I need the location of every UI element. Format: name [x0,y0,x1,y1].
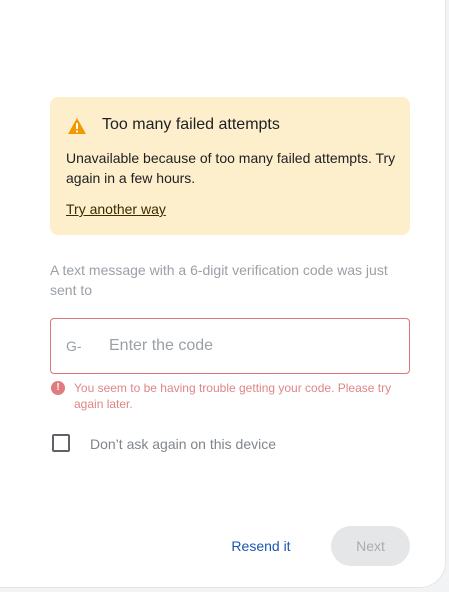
resend-button[interactable]: Resend it [217,527,305,565]
code-input[interactable] [109,330,399,362]
alert-title: Too many failed attempts [102,116,280,133]
error-message: You seem to be having trouble getting yo… [74,381,392,411]
error-icon: ! [51,381,65,395]
code-prefix: G- [66,338,82,354]
alert-message: Unavailable because of too many failed a… [66,150,396,186]
failed-attempts-alert: Too many failed attempts Unavailable bec… [50,97,410,235]
warning-icon [68,118,86,134]
remember-device-checkbox[interactable] [52,434,70,452]
verification-code-field[interactable]: G- [50,318,410,374]
next-button: Next [331,526,410,566]
remember-device-label[interactable]: Don’t ask again on this device [90,436,276,452]
try-another-way-link[interactable]: Try another way [66,201,166,217]
sms-info-text: A text message with a 6-digit verificati… [50,262,388,298]
